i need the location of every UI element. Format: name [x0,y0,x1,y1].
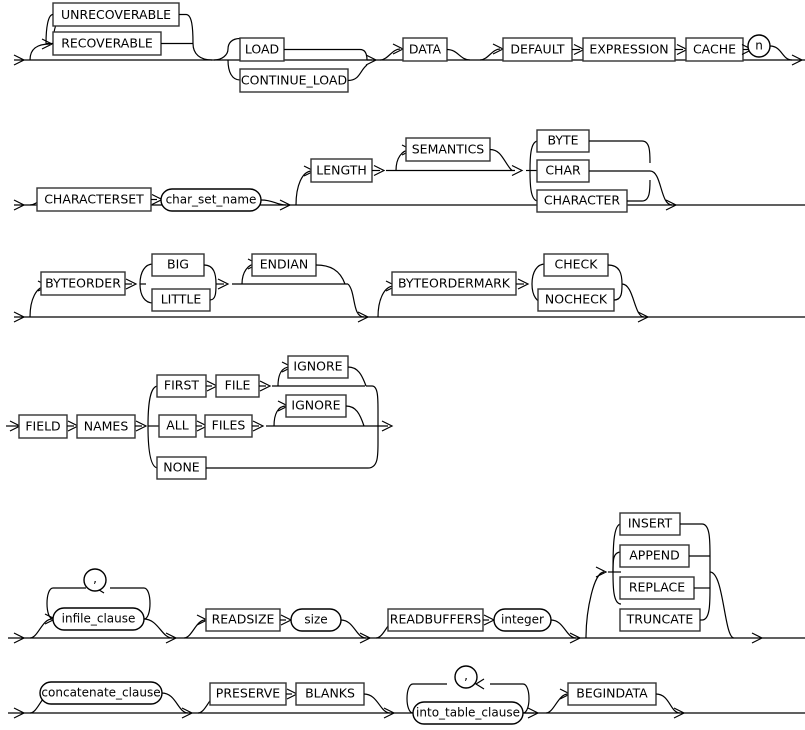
term-endian-label: ENDIAN [260,257,308,272]
row-5-infile-readsize: infile_clause , READSIZE size READBUFFER… [8,512,805,644]
nonterm-concatenate-clause-label: concatenate_clause [41,686,160,700]
term-byte-label: BYTE [547,133,578,148]
term-all-label: ALL [166,418,189,433]
term-ignore-first-label: IGNORE [293,359,342,374]
term-characterset-label: CHARACTERSET [44,192,144,207]
comma-separator-into-table-label: , [464,669,468,683]
term-big-label: BIG [167,257,189,272]
nonterm-size-label: size [304,613,327,627]
term-first-label: FIRST [164,378,199,393]
term-ignore-second-label: IGNORE [291,398,340,413]
term-truncate-label: TRUNCATE [626,612,694,627]
term-files-label: FILES [212,418,246,433]
term-append-label: APPEND [629,548,680,563]
term-little-label: LITTLE [161,292,202,307]
term-recoverable-label: RECOVERABLE [61,36,153,51]
railroad-diagram: UNRECOVERABLE RECOVERABLE LOAD CONTINUE_… [0,0,805,730]
term-character-label: CHARACTER [544,193,620,208]
term-continue-load-label: CONTINUE_LOAD [241,73,347,88]
term-readbuffers-label: READBUFFERS [390,612,481,627]
term-length-label: LENGTH [316,163,367,178]
term-cache-label: CACHE [693,42,736,57]
nonterm-char-set-name-label: char_set_name [166,193,257,207]
row-4-field-names: FIELD NAMES FIRST FILE IGNORE ALL FILES … [6,355,394,480]
row-6-into-table: concatenate_clause PRESERVE BLANKS into_… [8,665,805,725]
row-2-characterset: CHARACTERSET char_set_name LENGTH SEMANT… [13,129,805,213]
term-default-label: DEFAULT [510,42,565,57]
nonterm-integer-label: integer [501,613,544,627]
nonterm-infile-clause-label: infile_clause [62,612,136,626]
term-none-label: NONE [163,460,200,475]
row-1-load-options: UNRECOVERABLE RECOVERABLE LOAD CONTINUE_… [13,2,805,93]
term-char-label: CHAR [545,163,581,178]
term-replace-label: REPLACE [629,580,685,595]
term-names-label: NAMES [84,419,129,434]
term-insert-label: INSERT [628,516,673,531]
term-byteordermark-label: BYTEORDERMARK [398,276,511,291]
term-preserve-label: PRESERVE [216,686,281,701]
term-byteorder-label: BYTEORDER [45,276,121,291]
term-data-label: DATA [409,42,442,57]
term-field-label: FIELD [25,419,60,434]
row-3-byteorder: BYTEORDER BIG LITTLE ENDIAN BYTEORDERMAR… [13,253,805,323]
term-semantics-label: SEMANTICS [412,142,485,157]
term-begindata-label: BEGINDATA [576,686,648,701]
term-readsize-label: READSIZE [212,612,275,627]
term-blanks-label: BLANKS [305,686,355,701]
term-check-label: CHECK [555,257,599,272]
term-expression-label: EXPRESSION [589,42,668,57]
term-nocheck-label: NOCHECK [545,292,608,307]
comma-separator-infile-label: , [93,572,97,586]
nonterm-n-label: n [755,39,763,53]
nonterm-into-table-clause-label: into_table_clause [416,706,520,720]
term-unrecoverable-label: UNRECOVERABLE [61,7,171,22]
term-load-label: LOAD [245,42,279,57]
term-file-label: FILE [225,378,251,393]
syntax-diagram-canvas: UNRECOVERABLE RECOVERABLE LOAD CONTINUE_… [6,2,805,725]
